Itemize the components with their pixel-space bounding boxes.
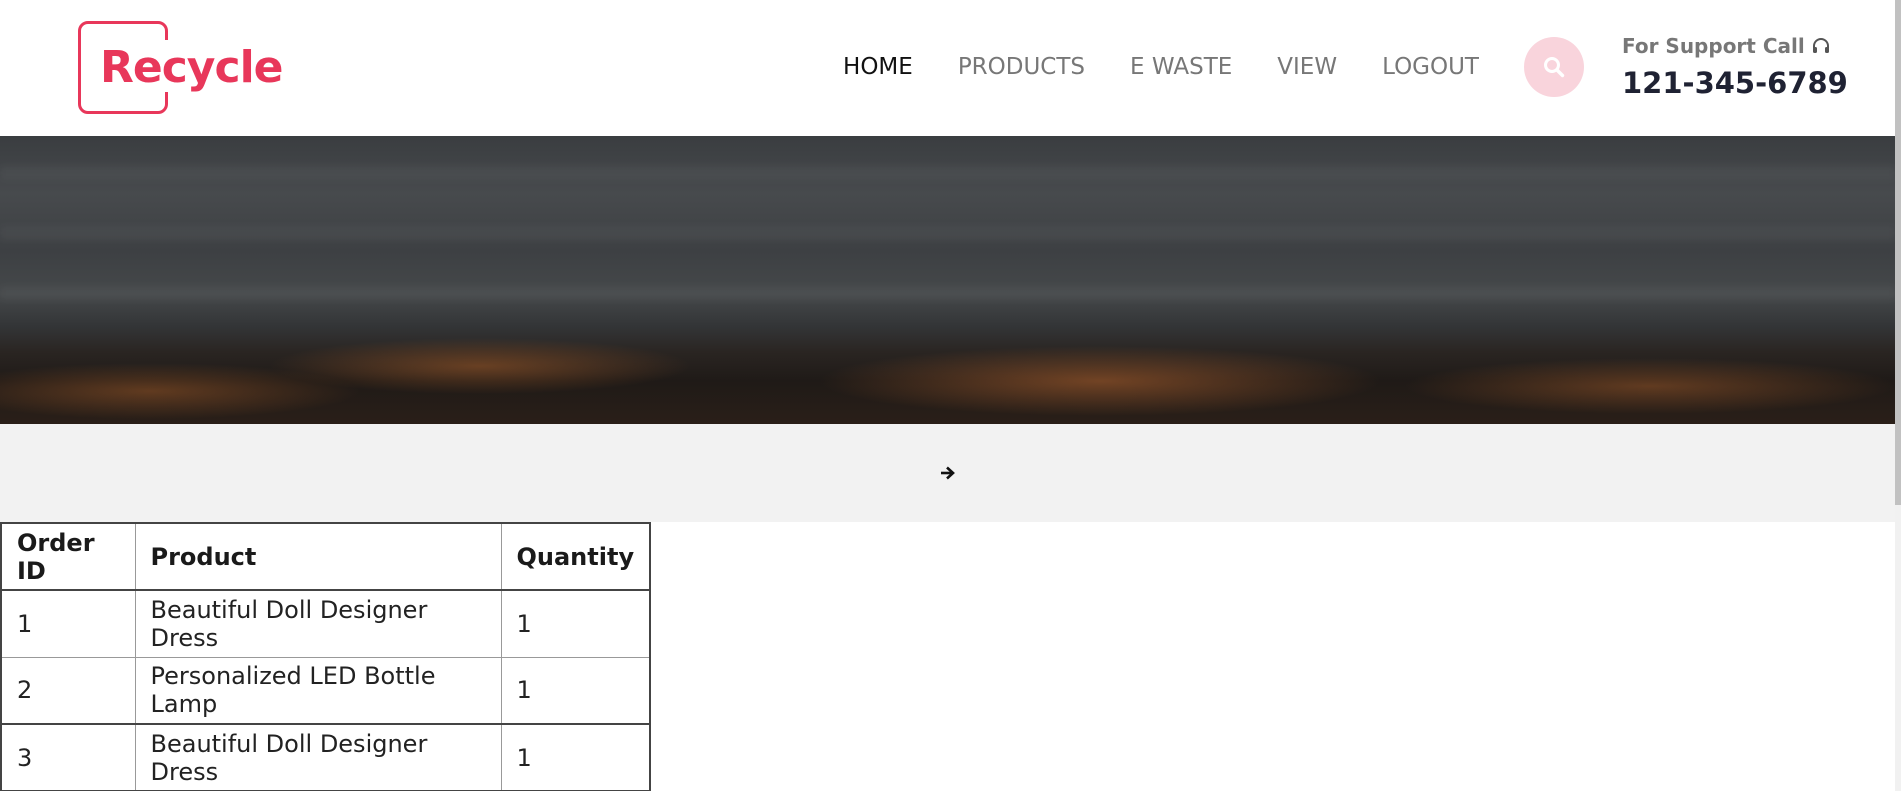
- cell-quantity: 1: [500, 656, 651, 725]
- cell-order-id: 3: [0, 723, 136, 791]
- page-scrollbar[interactable]: [1895, 0, 1901, 791]
- table-header-row: Order ID Product Quantity: [0, 522, 651, 591]
- hero-texture: [0, 166, 1895, 180]
- column-header-product: Product: [134, 522, 502, 591]
- column-header-order-id: Order ID: [0, 522, 136, 591]
- table-row: 2 Personalized LED Bottle Lamp 1: [0, 656, 651, 725]
- hero-banner: [0, 136, 1895, 424]
- support-label: For Support Call: [1622, 34, 1805, 58]
- orders-table: Order ID Product Quantity 1 Beautiful Do…: [0, 522, 652, 791]
- headset-icon: [1812, 38, 1829, 53]
- cell-product: Personalized LED Bottle Lamp: [134, 656, 502, 725]
- support-phone[interactable]: 121-345-6789: [1622, 66, 1848, 100]
- search-button[interactable]: [1524, 37, 1584, 97]
- site-header: Recycle HOME PRODUCTS E WASTE VIEW LOGOU…: [0, 0, 1895, 136]
- nav-item-e-waste[interactable]: E WASTE: [1130, 50, 1232, 84]
- cell-product: Beautiful Doll Designer Dress: [134, 589, 502, 658]
- hero-texture: [0, 286, 1895, 300]
- support-label-row: For Support Call: [1622, 34, 1848, 58]
- cell-product: Beautiful Doll Designer Dress: [134, 723, 502, 791]
- arrow-right-icon: [941, 466, 955, 480]
- nav-item-view[interactable]: VIEW: [1277, 50, 1337, 84]
- nav-item-home[interactable]: HOME: [843, 50, 913, 84]
- main-nav: HOME PRODUCTS E WASTE VIEW LOGOUT: [798, 50, 1479, 84]
- cell-order-id: 2: [0, 656, 136, 725]
- scrollbar-thumb[interactable]: [1895, 0, 1901, 505]
- cell-quantity: 1: [500, 589, 651, 658]
- support-block: For Support Call 121-345-6789: [1622, 34, 1848, 100]
- cell-order-id: 1: [0, 589, 136, 658]
- column-header-quantity: Quantity: [500, 522, 651, 591]
- table-row: 3 Beautiful Doll Designer Dress 1: [0, 723, 651, 791]
- cell-quantity: 1: [500, 723, 651, 791]
- search-icon: [1544, 57, 1565, 78]
- hero-texture: [0, 226, 1895, 240]
- table-row: 1 Beautiful Doll Designer Dress 1: [0, 589, 651, 658]
- logo-text[interactable]: Recycle: [100, 42, 283, 94]
- nav-item-logout[interactable]: LOGOUT: [1382, 50, 1479, 84]
- nav-item-products[interactable]: PRODUCTS: [958, 50, 1085, 84]
